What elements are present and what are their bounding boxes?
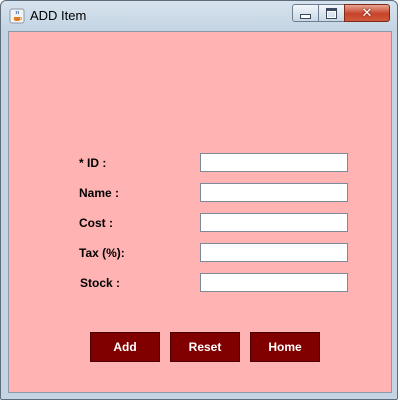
java-cup-icon [9, 8, 25, 24]
home-button[interactable]: Home [250, 332, 320, 362]
cost-field[interactable] [200, 213, 348, 232]
tax-field[interactable] [200, 243, 348, 262]
cost-label: Cost : [79, 216, 113, 230]
add-button[interactable]: Add [90, 332, 160, 362]
id-field[interactable] [200, 153, 348, 172]
id-label: * ID : [79, 156, 107, 170]
form-panel: * ID : Name : Cost : Tax (%): Stock : Ad… [8, 31, 392, 393]
name-field[interactable] [200, 183, 348, 202]
tax-label: Tax (%): [79, 246, 125, 260]
maximize-icon [326, 7, 337, 19]
close-icon: ✕ [361, 5, 373, 21]
close-button[interactable]: ✕ [344, 4, 390, 22]
maximize-button[interactable] [318, 4, 345, 22]
window-title: ADD Item [30, 8, 87, 23]
name-label: Name : [79, 186, 120, 200]
stock-label: Stock : [80, 276, 121, 290]
minimize-button[interactable] [292, 4, 319, 22]
minimize-icon [300, 13, 311, 19]
title-bar[interactable]: ADD Item ✕ [1, 1, 397, 31]
stock-field[interactable] [200, 273, 348, 292]
reset-button[interactable]: Reset [170, 332, 240, 362]
app-window: ADD Item ✕ * ID : Name : Cost : Tax (%):… [0, 0, 398, 400]
